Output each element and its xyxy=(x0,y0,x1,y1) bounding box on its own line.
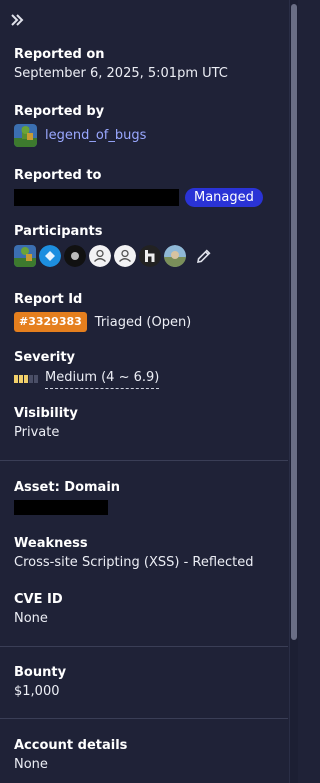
report-status: Triaged (Open) xyxy=(94,315,192,330)
severity-segment-filled xyxy=(19,375,23,383)
account-details-value: None xyxy=(14,757,48,772)
bounty-section: Bounty $1,000 xyxy=(14,665,280,701)
participant-avatar[interactable] xyxy=(64,245,86,267)
divider xyxy=(0,718,288,719)
participant-avatar[interactable] xyxy=(164,245,186,267)
visibility-label: Visibility xyxy=(14,406,78,421)
reporter-avatar[interactable] xyxy=(14,124,37,147)
report-details-panel: Reported on September 6, 2025, 5:01pm UT… xyxy=(0,0,288,783)
visibility-value: Private xyxy=(14,425,60,440)
reported-by-section: Reported by legend_of_bugs xyxy=(14,104,280,147)
divider xyxy=(0,646,288,647)
cve-id-label: CVE ID xyxy=(14,592,63,607)
scrollbar-thumb[interactable] xyxy=(291,4,297,640)
severity-value[interactable]: Medium (4 ~ 6.9) xyxy=(45,369,160,389)
visibility-section: Visibility Private xyxy=(14,406,280,442)
severity-segment-filled xyxy=(14,375,18,383)
vertical-scrollbar[interactable] xyxy=(289,0,298,783)
weakness-section: Weakness Cross-site Scripting (XSS) - Re… xyxy=(14,536,280,572)
cve-section: CVE ID None xyxy=(14,592,280,628)
participants-label: Participants xyxy=(14,224,103,239)
reported-on-value: September 6, 2025, 5:01pm UTC xyxy=(14,66,228,81)
reported-on-section: Reported on September 6, 2025, 5:01pm UT… xyxy=(14,47,280,83)
asset-label: Asset: Domain xyxy=(14,480,121,495)
participant-avatar[interactable] xyxy=(89,245,111,267)
participant-avatar[interactable] xyxy=(39,245,61,267)
report-id-label: Report Id xyxy=(14,292,83,307)
cve-id-value: None xyxy=(14,611,48,626)
severity-segment-empty xyxy=(29,375,33,383)
redacted-program-name xyxy=(14,189,179,206)
severity-segment-filled xyxy=(24,375,28,383)
reported-to-section: Reported to Managed xyxy=(14,168,280,207)
participant-avatar[interactable] xyxy=(14,245,36,267)
weakness-label: Weakness xyxy=(14,536,88,551)
participant-avatar[interactable] xyxy=(139,245,161,267)
severity-segment-empty xyxy=(34,375,38,383)
reporter-username-link[interactable]: legend_of_bugs xyxy=(45,128,146,143)
weakness-value: Cross-site Scripting (XSS) - Reflected xyxy=(14,555,254,570)
participants-list xyxy=(14,245,280,267)
collapse-sidebar-icon[interactable] xyxy=(9,12,25,28)
severity-label: Severity xyxy=(14,350,76,365)
account-details-section: Account details None xyxy=(14,738,280,774)
report-id-section: Report Id #3329383 Triaged (Open) xyxy=(14,292,280,332)
reported-to-label: Reported to xyxy=(14,168,102,183)
severity-section: Severity Medium (4 ~ 6.9) xyxy=(14,350,280,389)
managed-badge: Managed xyxy=(185,188,263,207)
reported-on-label: Reported on xyxy=(14,47,105,62)
account-details-label: Account details xyxy=(14,738,128,753)
redacted-asset-domain xyxy=(14,500,108,515)
edit-participants-pencil-icon[interactable] xyxy=(195,247,213,265)
divider xyxy=(0,460,288,461)
severity-level-bar xyxy=(14,375,38,383)
report-id-badge[interactable]: #3329383 xyxy=(14,312,87,332)
bounty-value: $1,000 xyxy=(14,684,60,699)
asset-section: Asset: Domain xyxy=(14,480,280,519)
participants-section: Participants xyxy=(14,224,280,267)
reported-by-label: Reported by xyxy=(14,104,105,119)
bounty-label: Bounty xyxy=(14,665,67,680)
participant-avatar[interactable] xyxy=(114,245,136,267)
